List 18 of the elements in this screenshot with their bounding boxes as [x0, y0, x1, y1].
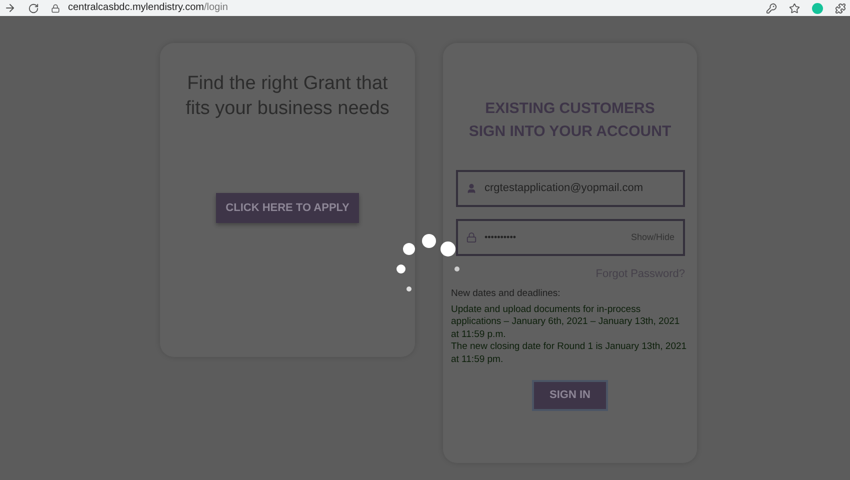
email-field[interactable]: crgtestapplication@yopmail.com	[456, 170, 684, 207]
notice-text: The new closing date for Round 1 is January 13th, 2021 at 11:59 pm.	[451, 341, 688, 366]
forward-icon[interactable]	[4, 2, 16, 14]
url-text: centralcasbdc.mylendistry.com/login	[68, 3, 228, 13]
notice-title: New dates and deadlines:	[451, 286, 562, 300]
user-icon	[466, 183, 476, 194]
bookmark-star-icon[interactable]	[789, 2, 800, 14]
reload-icon[interactable]	[28, 2, 39, 14]
lock-icon	[51, 4, 60, 12]
lock-icon	[466, 232, 476, 243]
apply-button[interactable]: CLICK HERE TO APPLY	[216, 193, 359, 223]
notice-text: Update and upload documents for in-process applications – January 6th, 2021 – January 13th, 2021 at 11:59 p.m.	[451, 304, 681, 341]
password-value: ••••••••••	[484, 230, 518, 244]
address-bar[interactable]: centralcasbdc.mylendistry.com/login	[51, 1, 754, 15]
extensions-icon[interactable]	[835, 2, 846, 14]
sign-in-button[interactable]: SIGN IN	[532, 380, 608, 411]
email-value: crgtestapplication@yopmail.com	[484, 181, 644, 196]
key-icon[interactable]	[766, 2, 777, 14]
